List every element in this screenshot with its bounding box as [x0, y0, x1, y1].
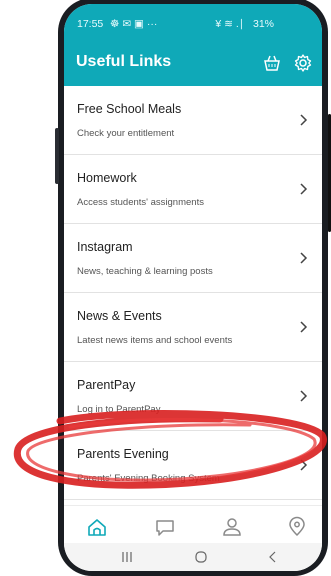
back-icon[interactable] [266, 550, 280, 564]
chevron-right-icon [300, 390, 308, 402]
status-notification-icons: ☸ ✉ ▣ ··· [110, 18, 158, 30]
list-item-subtitle: Check your entitlement [77, 128, 175, 139]
list-item-title: Homework [77, 171, 137, 185]
location-icon[interactable] [286, 516, 308, 538]
list-item-title: Instagram [77, 240, 133, 254]
list-item-subtitle: Access students' assignments [77, 197, 204, 208]
list-item-parentpay[interactable]: ParentPay Log in to ParentPay [64, 362, 322, 431]
home-button-icon[interactable] [194, 550, 208, 564]
list-item-free-school-meals[interactable]: Free School Meals Check your entitlement [64, 86, 322, 155]
chevron-right-icon [300, 252, 308, 264]
bottom-nav [64, 505, 322, 544]
phone-screen: 17:55 ☸ ✉ ▣ ··· ¥ ≋ .∣ 31% Useful Links … [64, 4, 322, 571]
page-title: Useful Links [76, 53, 172, 70]
basket-icon[interactable] [262, 53, 282, 73]
chevron-right-icon [300, 183, 308, 195]
status-signal-icons: ¥ ≋ .∣ [215, 18, 244, 30]
list-item-news-events[interactable]: News & Events Latest news items and scho… [64, 293, 322, 362]
status-bar: 17:55 ☸ ✉ ▣ ··· ¥ ≋ .∣ 31% [64, 4, 322, 40]
recents-icon[interactable] [120, 550, 134, 564]
chat-icon[interactable] [154, 516, 176, 538]
home-icon[interactable] [86, 516, 108, 538]
gear-icon[interactable] [293, 53, 313, 73]
list-item-parents-evening[interactable]: Parents Evening Parents' Evening Booking… [64, 431, 322, 500]
phone-side-button [55, 128, 59, 184]
profile-icon[interactable] [221, 516, 243, 538]
list-item-title: ParentPay [77, 378, 136, 392]
list-item-instagram[interactable]: Instagram News, teaching & learning post… [64, 224, 322, 293]
system-nav-bar [64, 543, 322, 571]
list-item-subtitle: Log in to ParentPay [77, 404, 161, 415]
list-item-homework[interactable]: Homework Access students' assignments [64, 155, 322, 224]
list-item-title: Free School Meals [77, 102, 182, 116]
list-item-title: Parents Evening [77, 447, 169, 461]
chevron-right-icon [300, 321, 308, 333]
list-item-title: News & Events [77, 309, 162, 323]
app-bar: Useful Links [64, 40, 322, 86]
list-item-subtitle: Latest news items and school events [77, 335, 233, 346]
useful-links-list: Free School Meals Check your entitlement… [64, 86, 322, 500]
list-item-subtitle: News, teaching & learning posts [77, 266, 213, 277]
chevron-right-icon [300, 459, 308, 471]
chevron-right-icon [300, 114, 308, 126]
list-item-subtitle: Parents' Evening Booking System [77, 473, 220, 484]
status-battery: 31% [252, 18, 274, 30]
status-time: 17:55 [77, 18, 104, 30]
